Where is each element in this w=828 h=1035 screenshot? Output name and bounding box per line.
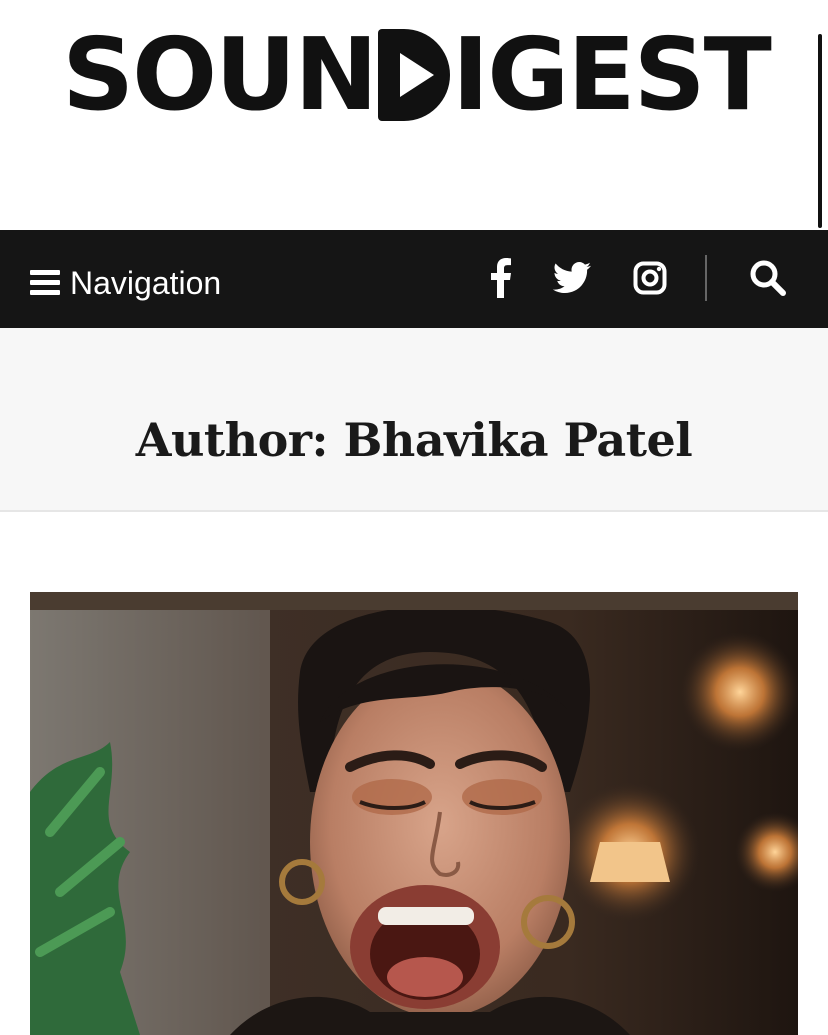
featured-photo (30, 592, 798, 1035)
twitter-icon (553, 262, 591, 293)
search-button[interactable] (742, 252, 794, 304)
navigation-label: Navigation (70, 264, 222, 301)
page: SOUN IGEST Navigation Author: Bhavika Pa… (0, 0, 828, 1035)
hamburger-icon (30, 270, 60, 296)
twitter-link[interactable] (546, 252, 598, 304)
instagram-link[interactable] (624, 252, 676, 304)
logo-text-left: SOUN (62, 16, 378, 133)
navigation-toggle-button[interactable]: Navigation (30, 264, 221, 302)
logo-text-right: IGEST (452, 16, 772, 133)
site-logo[interactable]: SOUN IGEST (50, 22, 782, 128)
play-icon (378, 29, 451, 121)
site-header: SOUN IGEST (0, 0, 828, 230)
page-title: Author: Bhavika Patel (135, 412, 693, 467)
scrollbar[interactable] (818, 34, 822, 228)
author-archive-header: Author: Bhavika Patel (0, 328, 828, 512)
featured-post-image[interactable] (30, 592, 798, 1035)
main-navbar: Navigation (0, 230, 828, 328)
instagram-icon (633, 261, 667, 295)
search-icon (750, 260, 786, 296)
facebook-link[interactable] (474, 252, 526, 304)
facebook-icon (491, 258, 511, 298)
nav-divider (705, 255, 707, 301)
